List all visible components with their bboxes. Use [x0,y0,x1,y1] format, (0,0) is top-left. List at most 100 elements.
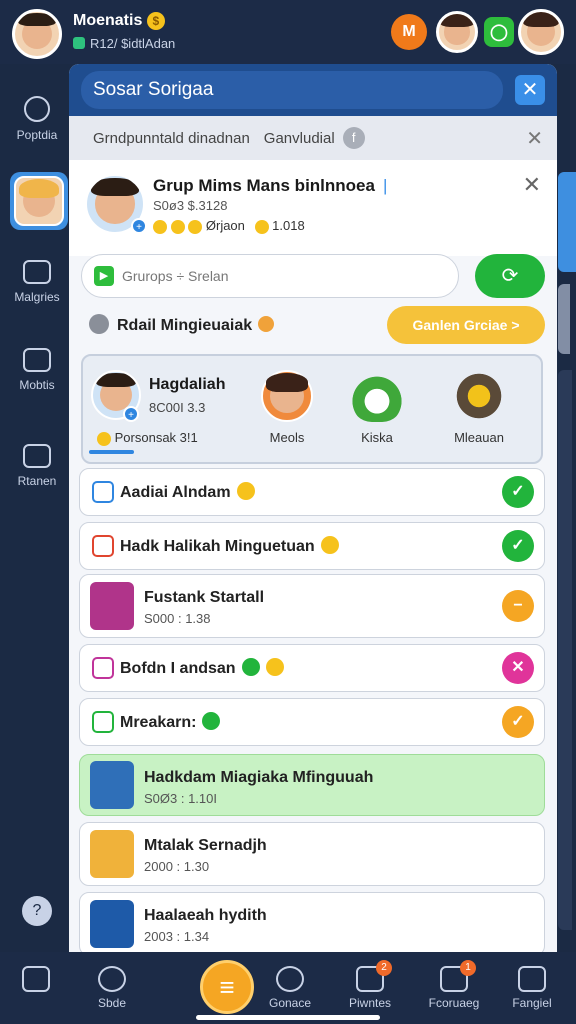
info-icon[interactable]: f [342,127,365,149]
settings-icon [518,966,546,992]
rail-item-label: Rtanen [17,474,57,488]
thumb-mleauan[interactable]: Mleauan [443,370,515,445]
list-item-label-text: Bofdn I andsan [120,660,236,677]
group-search-panel: Sosar Sorigaa ✕ Grndpunntald dinadnan Ga… [69,64,557,952]
list-item-label: Aadiai Alndam [120,482,255,502]
list-item-sub: 2000 : 1.30 [144,859,210,874]
rail-item-label: Poptdia [16,128,58,142]
coin-icon [97,431,111,446]
edit-icon[interactable]: ✓ [502,530,534,562]
emoji-icon [241,658,260,676]
book-icon [92,657,114,679]
chat-icon[interactable]: ◯ [484,17,514,47]
list-item-sub: S0Ø3 : 1.10I [144,791,217,806]
subheader-right: Ganvludial [263,129,335,147]
rail-item-poptdia[interactable]: Poptdia [8,96,66,142]
right-edge-tab[interactable] [558,172,576,272]
fan-icon [453,370,505,422]
profile-name-text: Moenatis [73,12,143,30]
recent-row: Rdail Mingieuaiak Ganlen Grciae > [85,306,549,346]
orange-badge-button[interactable]: M [391,14,427,50]
app-thumbnail-icon [90,900,134,948]
emoji-icon [265,658,284,676]
group-title: Grup Mims Mans binlnnoea | [153,176,387,196]
recent-label: Rdail Mingieuaiak [89,314,275,335]
general-group-button[interactable]: Ganlen Grciae > [387,306,545,344]
tag-icon [23,444,51,468]
status-icon [73,37,85,49]
rail-item-malgries[interactable]: Malgries [8,260,66,304]
profile-avatar[interactable] [12,9,62,59]
home-indicator [196,1015,380,1020]
salad-icon [351,370,403,422]
thumb-meols[interactable]: Meols [251,370,323,445]
list-item-title: Hadkdam Miagiaka Mfinguuah [144,769,374,786]
minus-icon[interactable]: − [502,590,534,622]
featured-tag-text: Porsonsak 3!1 [114,430,198,445]
game-thumbnail-icon [90,582,134,630]
list-item[interactable]: Aadiai Alndam ✓ [79,468,545,516]
woman-avatar-icon [261,370,313,422]
nav-gonace[interactable]: Gonace [254,966,326,1010]
group-card[interactable]: + Grup Mims Mans binlnnoea | S0ø3 $.3128 … [69,160,557,256]
check-icon[interactable]: ✓ [502,706,534,738]
panel-close-button[interactable]: ✕ [515,75,545,105]
coin-icon [188,219,203,234]
list-item[interactable]: Fustank Startall S000 : 1.38 − [79,574,545,638]
rail-item-selected-avatar[interactable] [10,172,68,230]
friend-avatar[interactable] [436,11,478,53]
friend-avatar-2[interactable] [518,9,564,55]
nav-fcoruaeg[interactable]: 1 Fcoruaeg [418,960,490,1010]
nav-center-button[interactable]: ≡ [200,960,254,1014]
folder-icon [23,348,51,372]
list-item-title: Mtalak Sernadjh [144,837,267,854]
nav-fangiel[interactable]: Fangiel [496,966,568,1010]
rail-item-rtanen[interactable]: Rtanen [8,444,66,488]
featured-card[interactable]: + Hagdaliah 8C00I 3.3 Porsonsak 3!1 Meol… [81,354,543,464]
group-code: S0ø3 $.3128 [153,198,228,213]
search-go-button[interactable]: ⟳ [475,254,545,298]
group-title-text: Grup Mims Mans binlnnoea [153,176,375,195]
document-icon [92,711,114,733]
nav-label: Piwntes [348,996,392,1010]
close-icon[interactable]: ✕ [502,652,534,684]
grid-icon [23,260,51,284]
subheader-close-icon[interactable]: ✕ [526,126,543,151]
panel-header: Sosar Sorigaa ✕ [69,64,557,116]
group-close-icon[interactable]: ✕ [523,172,541,198]
edit-icon[interactable]: ✓ [502,476,534,508]
list-item-sub: 2003 : 1.34 [144,929,210,944]
featured-tag: Porsonsak 3!1 [97,430,198,446]
list-item-highlighted[interactable]: Hadkdam Miagiaka Mfinguuah S0Ø3 : 1.10I [79,754,545,816]
thumb-label: Meols [269,430,305,445]
rail-item-mobtis[interactable]: Mobtis [8,348,66,392]
right-edge-tab-2[interactable] [558,284,570,354]
star-icon [92,481,114,503]
thumb-label: Kiska [361,430,393,445]
verified-icon: + [123,406,139,422]
list-item[interactable]: Haalaeah hydith 2003 : 1.34 [79,892,545,952]
thumb-kiska[interactable]: Kiska [341,370,413,445]
notification-badge: 1 [460,960,476,976]
list-item[interactable]: Bofdn I andsan ✕ [79,644,545,692]
profile-name: Moenatis $ [73,12,165,30]
list-item[interactable]: Hadk Halikah Minguetuan ✓ [79,522,545,570]
coin-icon: $ [146,12,165,30]
progress-fill [89,450,134,454]
nav-label: Fcoruaeg [428,996,480,1010]
emoji-icon [236,482,255,500]
list-item-label: Mreakarn: [120,712,221,732]
home-icon [22,966,50,992]
nav-home[interactable] [0,966,72,996]
group-meta: Ørjaon 1.018 [153,218,305,234]
recent-label-text: Rdail Mingieuaiak [117,317,253,334]
chart-icon: 2 [356,960,392,992]
nav-piwntes[interactable]: 2 Piwntes [334,960,406,1010]
list-item[interactable]: Mreakarn: ✓ [79,698,545,746]
top-bar: Moenatis $ R12/ $idtlAdan M ◯ [0,0,576,64]
group-search-input[interactable]: ▶ Grurops ÷ Srelan [81,254,459,298]
help-icon[interactable]: ? [22,896,52,926]
nav-sbde[interactable]: Sbde [76,966,148,1010]
list-item[interactable]: Mtalak Sernadjh 2000 : 1.30 [79,822,545,886]
calendar-icon [92,535,114,557]
